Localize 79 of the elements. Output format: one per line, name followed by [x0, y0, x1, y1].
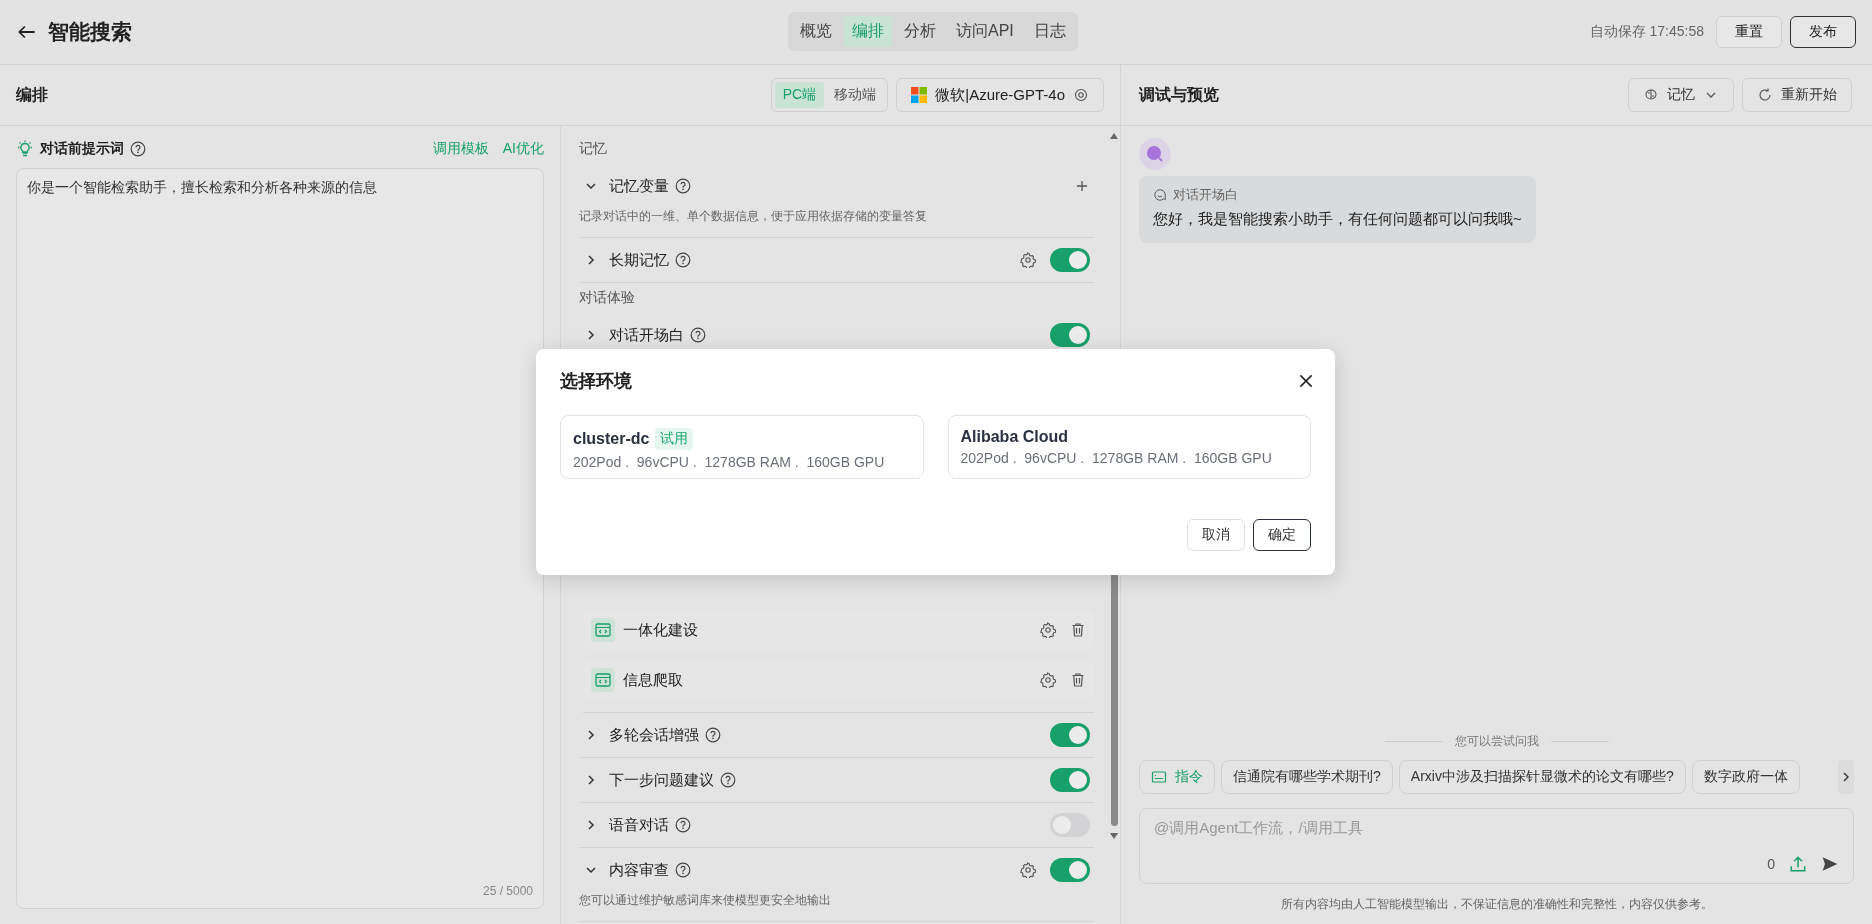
toggle-switch[interactable] — [1050, 323, 1090, 347]
trash-icon[interactable] — [1070, 622, 1086, 638]
help-icon[interactable] — [130, 141, 146, 157]
app-title: 智能搜索 — [48, 19, 132, 45]
trash-icon[interactable] — [1070, 672, 1086, 688]
publish-button[interactable]: 发布 — [1790, 16, 1856, 48]
prompt-title: 对话前提示词 — [40, 140, 124, 158]
memory-dropdown[interactable]: 记忆 — [1628, 78, 1734, 112]
greeting-label: 对话开场白 — [1173, 186, 1238, 204]
dialog-title: 选择环境 — [560, 370, 632, 393]
environment-card[interactable]: cluster-dc 试用 202Pod . 96vCPU . 1278GB RAM . 160GB GPU — [560, 415, 924, 479]
close-icon[interactable] — [1297, 372, 1315, 390]
suggestion-chip[interactable]: Arxiv中涉及扫描探针显微术的论文有哪些? — [1398, 760, 1686, 794]
autosave-status: 自动保存 17:45:58 — [1589, 23, 1704, 41]
toggle-switch[interactable] — [1050, 858, 1090, 882]
setting-label: 内容审查 — [609, 860, 669, 880]
suggestion-chip[interactable]: 信通院有哪些学术期刊? — [1221, 760, 1393, 794]
platform-option[interactable]: 移动端 — [826, 82, 885, 108]
help-icon[interactable] — [675, 817, 691, 833]
help-icon[interactable] — [720, 772, 736, 788]
cancel-button[interactable]: 取消 — [1187, 519, 1245, 551]
character-count: 0 — [1767, 856, 1775, 872]
setting-label: 长期记忆 — [609, 250, 669, 270]
help-icon[interactable] — [675, 252, 691, 268]
setting-label: 多轮会话增强 — [609, 725, 699, 745]
plugin-name: 一体化建设 — [623, 620, 698, 640]
plugin-name: 信息爬取 — [623, 670, 683, 690]
setting-label: 记忆变量 — [609, 176, 669, 196]
help-icon[interactable] — [690, 327, 706, 343]
setting-label: 语音对话 — [609, 815, 669, 835]
send-icon[interactable] — [1821, 855, 1839, 873]
prompt-field[interactable]: 你是一个智能检索助手，擅长检索和分析各种来源的信息 25 / 5000 — [16, 168, 544, 909]
upload-icon[interactable] — [1789, 855, 1807, 873]
section-title: 对话体验 — [579, 288, 636, 307]
plus-icon[interactable] — [1074, 178, 1090, 194]
setting-label: 对话开场白 — [609, 325, 684, 345]
toggle-switch[interactable] — [1050, 248, 1090, 272]
chat-input-field[interactable]: @调用Agent工作流，/调用工具 — [1154, 819, 1839, 836]
toggle-switch[interactable] — [1050, 768, 1090, 792]
refresh-icon — [1757, 87, 1773, 103]
section-title: 记忆 — [579, 139, 608, 158]
scroll-down-icon[interactable] — [1109, 832, 1119, 840]
assistant-avatar-icon — [1139, 138, 1171, 170]
setting-description: 您可以通过维护敏感词库来使模型更安全地输出 — [579, 892, 832, 909]
environment-specs: 202Pod . 96vCPU . 1278GB RAM . 160GB GPU — [573, 454, 886, 470]
panel-title: 调试与预览 — [1139, 84, 1219, 105]
scroll-right-button[interactable] — [1838, 760, 1854, 794]
windows-logo — [911, 87, 928, 103]
code-window-icon — [591, 618, 615, 642]
nav-tab[interactable]: 日志 — [1025, 16, 1074, 47]
reset-button[interactable]: 重置 — [1716, 16, 1782, 48]
restart-button[interactable]: 重新开始 — [1742, 78, 1852, 112]
trial-tag: 试用 — [655, 428, 694, 450]
disclaimer-text: 所有内容均由人工智能模型输出，不保证信息的准确性和完整性，内容仅供参考。 — [1279, 896, 1714, 913]
nav-tab[interactable]: 访问API — [948, 16, 1022, 47]
chat-bubble-icon — [1153, 188, 1167, 202]
setting-label: 下一步问题建议 — [609, 770, 714, 790]
lightbulb-icon — [16, 140, 34, 158]
environment-card[interactable]: Alibaba Cloud 202Pod . 96vCPU . 1278GB RAM . 160GB GPU — [947, 415, 1311, 479]
environment-name: Alibaba Cloud — [960, 428, 1069, 446]
help-icon[interactable] — [675, 862, 691, 878]
suggestion-title: 您可以尝试问我 — [1454, 733, 1539, 750]
help-icon[interactable] — [675, 178, 691, 194]
nav-tab[interactable]: 概览 — [792, 16, 840, 47]
toggle-switch[interactable] — [1050, 723, 1090, 747]
nav-tab[interactable]: 分析 — [896, 16, 944, 47]
scroll-up-icon[interactable] — [1109, 132, 1119, 140]
toggle-switch[interactable] — [1050, 813, 1090, 837]
model-selector[interactable]: 微软|Azure-GPT-4o — [896, 78, 1104, 112]
environment-name: cluster-dc — [573, 430, 650, 448]
setting-description: 记录对话中的一维、单个数据信息，便于应用依据存储的变量答复 — [579, 208, 928, 225]
code-window-icon — [591, 668, 615, 692]
confirm-button[interactable]: 确定 — [1253, 519, 1311, 551]
environment-specs: 202Pod . 96vCPU . 1278GB RAM . 160GB GPU — [960, 450, 1273, 466]
suggestion-chip[interactable]: 数字政府一体 — [1691, 760, 1800, 794]
greeting-text: 您好，我是智能搜索小助手，有任何问题都可以问我哦~ — [1153, 210, 1522, 229]
help-icon[interactable] — [705, 727, 721, 743]
character-counter: 25 / 5000 — [482, 884, 533, 898]
panel-title: 编排 — [16, 84, 48, 105]
